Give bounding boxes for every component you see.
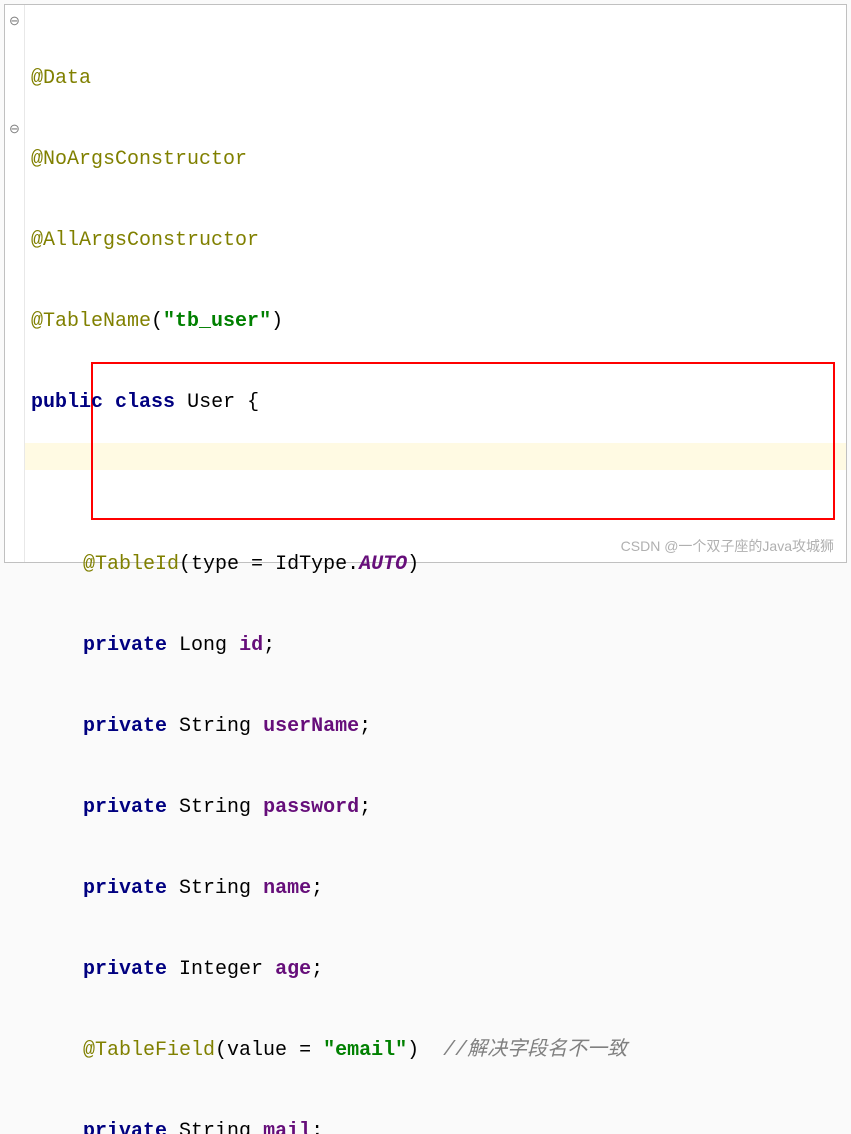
type: String: [179, 796, 251, 819]
code-line: private Integer age;: [31, 956, 846, 983]
paren: ): [271, 310, 283, 333]
field: id: [239, 634, 263, 657]
code-line: private String password;: [31, 794, 846, 821]
type-ref: IdType: [275, 553, 347, 576]
annotation: @NoArgsConstructor: [31, 148, 247, 171]
annotation: @Data: [31, 67, 91, 90]
editor-frame: ⊖ ⊖ @Data @NoArgsConstructor @AllArgsCon…: [4, 4, 847, 563]
code-line: public class User {: [31, 389, 846, 416]
paren: (: [179, 553, 191, 576]
string-literal: "tb_user": [163, 310, 271, 333]
type: Integer: [179, 958, 263, 981]
keyword: private: [83, 634, 167, 657]
gutter: ⊖ ⊖: [5, 5, 25, 562]
param: type: [191, 553, 239, 576]
code-line: @TableField(value = "email") //解决字段名不一致: [31, 1037, 846, 1064]
comment: //解决字段名不一致: [443, 1039, 627, 1062]
operator: =: [239, 553, 275, 576]
code-line: [31, 470, 846, 497]
annotation: @TableId: [83, 553, 179, 576]
paren: (: [151, 310, 163, 333]
keyword: private: [83, 796, 167, 819]
code-line: @TableName("tb_user"): [31, 308, 846, 335]
semicolon: ;: [311, 1120, 323, 1134]
keyword: private: [83, 958, 167, 981]
semicolon: ;: [359, 715, 371, 738]
enum-constant: AUTO: [359, 553, 407, 576]
code-line: private String name;: [31, 875, 846, 902]
field: password: [263, 796, 359, 819]
watermark: CSDN @一个双子座的Java攻城狮: [621, 536, 834, 556]
field: age: [275, 958, 311, 981]
type: String: [179, 877, 251, 900]
current-line-highlight: [5, 443, 846, 470]
brace: {: [247, 391, 259, 414]
paren: ): [407, 553, 419, 576]
keyword: public: [31, 391, 103, 414]
field: mail: [263, 1120, 311, 1134]
paren: (: [215, 1039, 227, 1062]
keyword: class: [115, 391, 175, 414]
semicolon: ;: [263, 634, 275, 657]
semicolon: ;: [311, 877, 323, 900]
string-literal: "email": [323, 1039, 407, 1062]
code-line: @NoArgsConstructor: [31, 146, 846, 173]
paren: ): [407, 1039, 419, 1062]
annotation: @TableField: [83, 1039, 215, 1062]
dot: .: [347, 553, 359, 576]
fold-icon[interactable]: ⊖: [9, 123, 20, 136]
code-line: private Long id;: [31, 632, 846, 659]
annotation: @TableName: [31, 310, 151, 333]
type: Long: [179, 634, 227, 657]
semicolon: ;: [359, 796, 371, 819]
code-area[interactable]: @Data @NoArgsConstructor @AllArgsConstru…: [5, 5, 846, 1134]
field: name: [263, 877, 311, 900]
type: String: [179, 1120, 251, 1134]
keyword: private: [83, 1120, 167, 1134]
field: userName: [263, 715, 359, 738]
keyword: private: [83, 715, 167, 738]
param: value: [227, 1039, 287, 1062]
code-line: @Data: [31, 65, 846, 92]
annotation: @AllArgsConstructor: [31, 229, 259, 252]
fold-icon[interactable]: ⊖: [9, 15, 20, 28]
code-line: private String userName;: [31, 713, 846, 740]
operator: =: [287, 1039, 323, 1062]
code-line: private String mail;: [31, 1118, 846, 1134]
keyword: private: [83, 877, 167, 900]
type: String: [179, 715, 251, 738]
code-line: @AllArgsConstructor: [31, 227, 846, 254]
semicolon: ;: [311, 958, 323, 981]
class-name: User: [187, 391, 235, 414]
